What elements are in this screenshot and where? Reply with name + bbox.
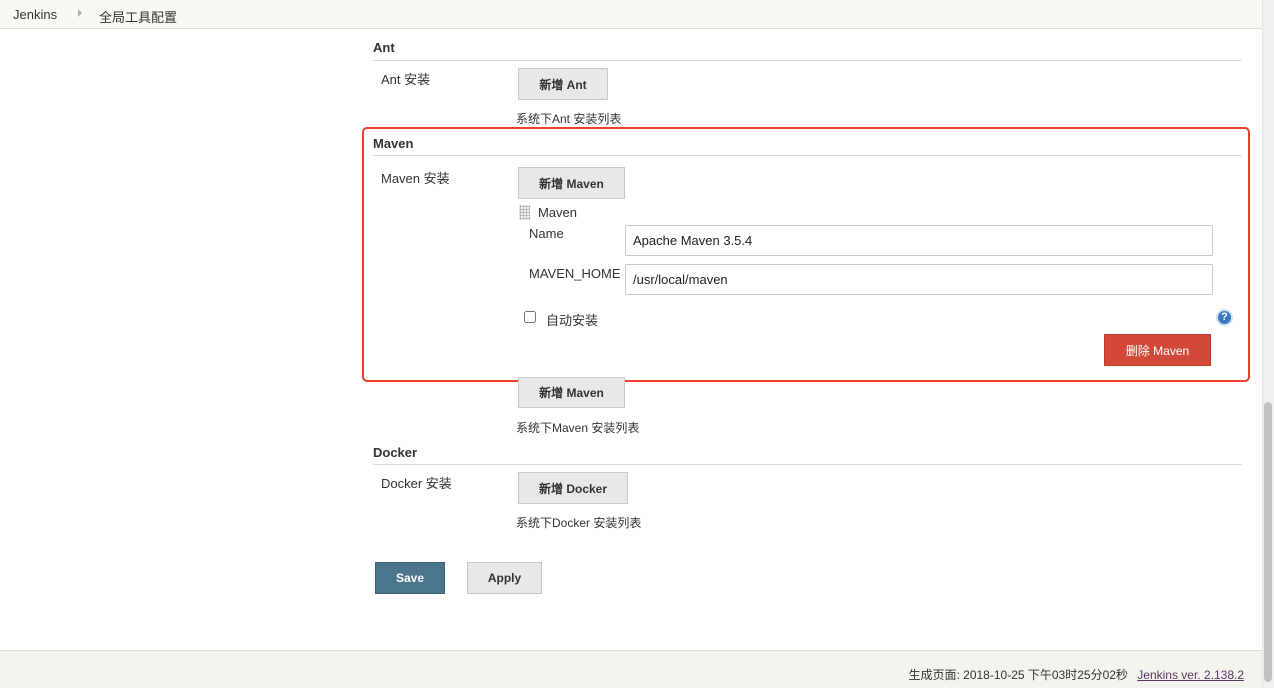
- breadcrumb-chevron-icon: [78, 9, 82, 17]
- help-icon[interactable]: ?: [1216, 309, 1233, 326]
- docker-install-label: Docker 安装: [381, 476, 452, 491]
- add-docker-button[interactable]: 新增 Docker: [518, 472, 628, 504]
- ant-description: 系统下Ant 安装列表: [516, 112, 622, 126]
- maven-description: 系统下Maven 安装列表: [516, 421, 640, 435]
- apply-button[interactable]: Apply: [467, 562, 542, 594]
- scrollbar-thumb[interactable]: [1264, 402, 1272, 682]
- maven-home-input[interactable]: [625, 264, 1213, 295]
- ant-install-label: Ant 安装: [381, 72, 431, 87]
- docker-description: 系统下Docker 安装列表: [516, 516, 642, 530]
- auto-install-checkbox[interactable]: [524, 311, 536, 323]
- docker-section-title: Docker: [373, 445, 418, 460]
- maven-home-label: MAVEN_HOME: [529, 266, 621, 281]
- footer-generated-time: 生成页面: 2018-10-25 下午03时25分02秒: [908, 668, 1128, 682]
- drag-handle-icon[interactable]: [519, 205, 530, 220]
- breadcrumb-global-tool-config[interactable]: 全局工具配置: [99, 7, 177, 26]
- save-button[interactable]: Save: [375, 562, 445, 594]
- add-ant-button[interactable]: 新增 Ant: [518, 68, 608, 100]
- maven-name-label: Name: [529, 226, 564, 241]
- maven-install-label: Maven 安装: [381, 171, 450, 186]
- footer: 生成页面: 2018-10-25 下午03时25分02秒 Jenkins ver…: [0, 650, 1262, 688]
- docker-section-divider: [373, 464, 1242, 465]
- add-maven-button-bottom[interactable]: 新增 Maven: [518, 377, 625, 408]
- delete-maven-button[interactable]: 删除 Maven: [1104, 334, 1211, 366]
- jenkins-version-link[interactable]: Jenkins ver. 2.138.2: [1137, 668, 1244, 682]
- auto-install-label: 自动安装: [546, 313, 599, 328]
- footer-info: 生成页面: 2018-10-25 下午03时25分02秒 Jenkins ver…: [908, 666, 1244, 683]
- breadcrumb-jenkins[interactable]: Jenkins: [13, 7, 57, 22]
- add-maven-button-top[interactable]: 新增 Maven: [518, 167, 625, 199]
- maven-installation-header: Maven: [538, 205, 578, 220]
- maven-section-divider: [373, 155, 1242, 156]
- ant-section-divider: [373, 60, 1242, 61]
- breadcrumb: Jenkins 全局工具配置: [0, 0, 1262, 29]
- ant-section-title: Ant: [373, 40, 395, 55]
- maven-section-title: Maven: [373, 136, 414, 151]
- maven-name-input[interactable]: [625, 225, 1213, 256]
